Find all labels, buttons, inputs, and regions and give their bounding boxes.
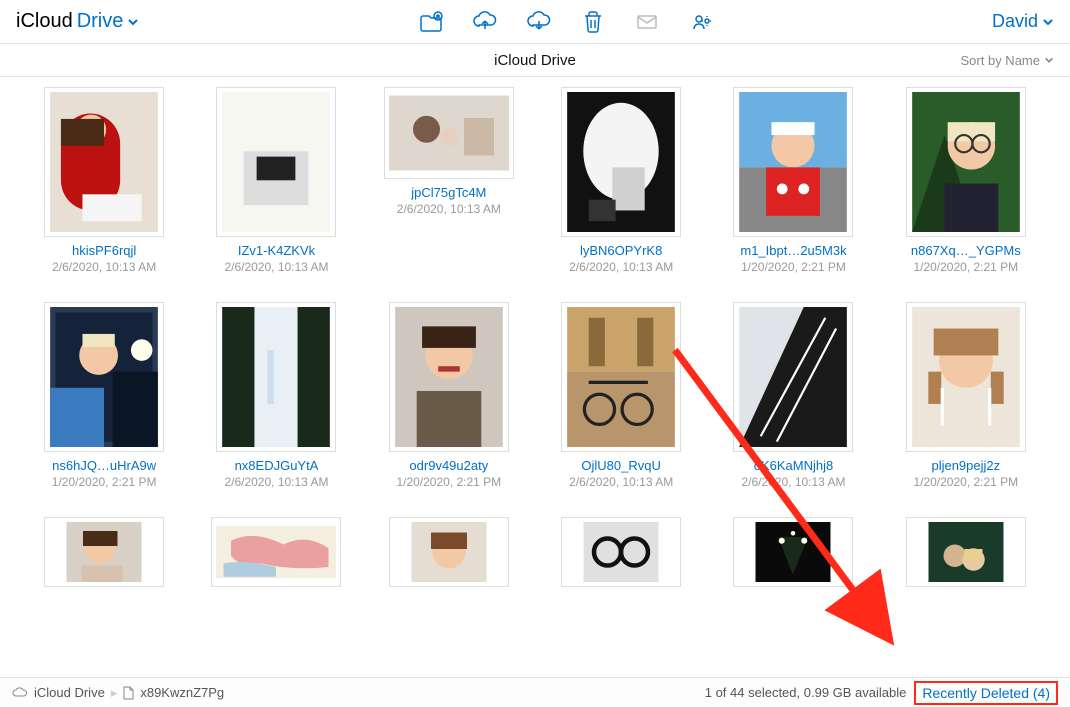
file-name: pljen9pejj2z xyxy=(931,458,1000,473)
file-date: 1/20/2020, 2:21 PM xyxy=(913,475,1018,489)
upload-button[interactable] xyxy=(472,9,498,35)
main-toolbar: iCloud Drive David xyxy=(0,0,1070,44)
file-item[interactable]: lyBN6OPYrK8 2/6/2020, 10:13 AM xyxy=(541,87,701,274)
breadcrumb: iCloud Drive ▸ x89KwznZ7Pg xyxy=(12,685,224,701)
cloud-icon xyxy=(12,687,28,698)
file-thumbnail xyxy=(906,302,1026,452)
file-item[interactable]: nx8EDJGuYtA 2/6/2020, 10:13 AM xyxy=(196,302,356,489)
delete-button[interactable] xyxy=(580,9,606,35)
file-item[interactable] xyxy=(886,517,1046,587)
selection-status: 1 of 44 selected, 0.99 GB available xyxy=(705,685,907,700)
chevron-down-icon xyxy=(1042,16,1054,28)
new-folder-button[interactable] xyxy=(418,9,444,35)
file-item[interactable] xyxy=(196,517,356,587)
file-date: 1/20/2020, 2:21 PM xyxy=(741,260,846,274)
mail-button[interactable] xyxy=(634,9,660,35)
file-grid-container: hkisPF6rqjl2/6/2020, 10:13 AMIZv1-K4ZKVk… xyxy=(0,77,1070,677)
file-item[interactable]: OjlU80_RvqU 2/6/2020, 10:13 AM xyxy=(541,302,701,489)
file-item[interactable]: odr9v49u2aty 1/20/2020, 2:21 PM xyxy=(369,302,529,489)
download-button[interactable] xyxy=(526,9,552,35)
file-thumbnail xyxy=(561,517,681,587)
file-thumbnail xyxy=(384,87,514,179)
file-name: jpCl75gTc4M xyxy=(411,185,486,200)
file-thumbnail xyxy=(389,302,509,452)
file-item[interactable]: hkisPF6rqjl 2/6/2020, 10:13 AM xyxy=(24,87,184,274)
file-thumbnail xyxy=(44,87,164,237)
file-item[interactable] xyxy=(713,517,873,587)
file-thumbnail xyxy=(216,302,336,452)
file-thumbnail xyxy=(733,87,853,237)
file-date: 2/6/2020, 10:13 AM xyxy=(569,475,673,489)
file-name: nx8EDJGuYtA xyxy=(235,458,319,473)
file-date: 1/20/2020, 2:21 PM xyxy=(396,475,501,489)
file-thumbnail xyxy=(44,517,164,587)
location-bar: iCloud Drive Sort by Name xyxy=(0,44,1070,77)
breadcrumb-root[interactable]: iCloud Drive xyxy=(34,685,105,700)
file-date: 2/6/2020, 10:13 AM xyxy=(224,475,328,489)
chevron-down-icon xyxy=(127,16,139,28)
file-name: hkisPF6rqjl xyxy=(72,243,136,258)
location-title: iCloud Drive xyxy=(494,52,576,69)
file-item[interactable]: ns6hJQ…uHrA9w 1/20/2020, 2:21 PM xyxy=(24,302,184,489)
file-thumbnail xyxy=(561,302,681,452)
breadcrumb-current[interactable]: x89KwznZ7Pg xyxy=(140,685,224,700)
user-menu[interactable]: David xyxy=(992,11,1054,32)
file-thumbnail xyxy=(733,302,853,452)
file-item[interactable]: IZv1-K4ZKVk 2/6/2020, 10:13 AM xyxy=(196,87,356,274)
file-item[interactable] xyxy=(541,517,701,587)
brand-dropdown[interactable]: iCloud Drive xyxy=(16,10,139,33)
file-thumbnail xyxy=(211,517,341,587)
footer-bar: iCloud Drive ▸ x89KwznZ7Pg 1 of 44 selec… xyxy=(0,677,1070,707)
brand-icloud: iCloud xyxy=(16,10,73,33)
file-item[interactable]: n867Xq…_YGPMs 1/20/2020, 2:21 PM xyxy=(886,87,1046,274)
file-name: ns6hJQ…uHrA9w xyxy=(52,458,156,473)
file-item[interactable] xyxy=(369,517,529,587)
file-name: OjlU80_RvqU xyxy=(581,458,660,473)
file-icon xyxy=(123,686,134,700)
breadcrumb-separator: ▸ xyxy=(111,685,118,701)
file-name: m1_Ibpt…2u5M3k xyxy=(740,243,846,258)
file-date: 2/6/2020, 10:13 AM xyxy=(397,202,501,216)
file-name: IZv1-K4ZKVk xyxy=(238,243,315,258)
file-thumbnail xyxy=(906,87,1026,237)
file-item[interactable] xyxy=(24,517,184,587)
recently-deleted-link[interactable]: Recently Deleted (4) xyxy=(914,681,1058,705)
file-name: n867Xq…_YGPMs xyxy=(911,243,1021,258)
file-item[interactable]: oK6KaMNjhj8 2/6/2020, 10:13 AM xyxy=(713,302,873,489)
file-thumbnail xyxy=(561,87,681,237)
sort-label: Sort by Name xyxy=(961,53,1040,68)
toolbar-actions xyxy=(139,9,992,35)
file-date: 2/6/2020, 10:13 AM xyxy=(741,475,845,489)
user-name: David xyxy=(992,11,1038,32)
file-date: 1/20/2020, 2:21 PM xyxy=(913,260,1018,274)
file-item[interactable]: pljen9pejj2z 1/20/2020, 2:21 PM xyxy=(886,302,1046,489)
file-date: 2/6/2020, 10:13 AM xyxy=(52,260,156,274)
file-name: odr9v49u2aty xyxy=(409,458,488,473)
file-thumbnail xyxy=(906,517,1026,587)
sort-button[interactable]: Sort by Name xyxy=(961,53,1054,68)
file-date: 2/6/2020, 10:13 AM xyxy=(224,260,328,274)
chevron-down-icon xyxy=(1044,55,1054,65)
file-thumbnail xyxy=(733,517,853,587)
file-name: oK6KaMNjhj8 xyxy=(754,458,834,473)
file-thumbnail xyxy=(216,87,336,237)
file-date: 2/6/2020, 10:13 AM xyxy=(569,260,673,274)
file-date: 1/20/2020, 2:21 PM xyxy=(52,475,157,489)
share-button[interactable] xyxy=(688,9,714,35)
brand-drive: Drive xyxy=(77,10,124,33)
file-item[interactable]: m1_Ibpt…2u5M3k 1/20/2020, 2:21 PM xyxy=(713,87,873,274)
file-thumbnail xyxy=(44,302,164,452)
file-thumbnail xyxy=(389,517,509,587)
file-grid: hkisPF6rqjl2/6/2020, 10:13 AMIZv1-K4ZKVk… xyxy=(24,87,1046,587)
file-name: lyBN6OPYrK8 xyxy=(580,243,662,258)
file-item[interactable]: jpCl75gTc4M 2/6/2020, 10:13 AM xyxy=(369,87,529,274)
